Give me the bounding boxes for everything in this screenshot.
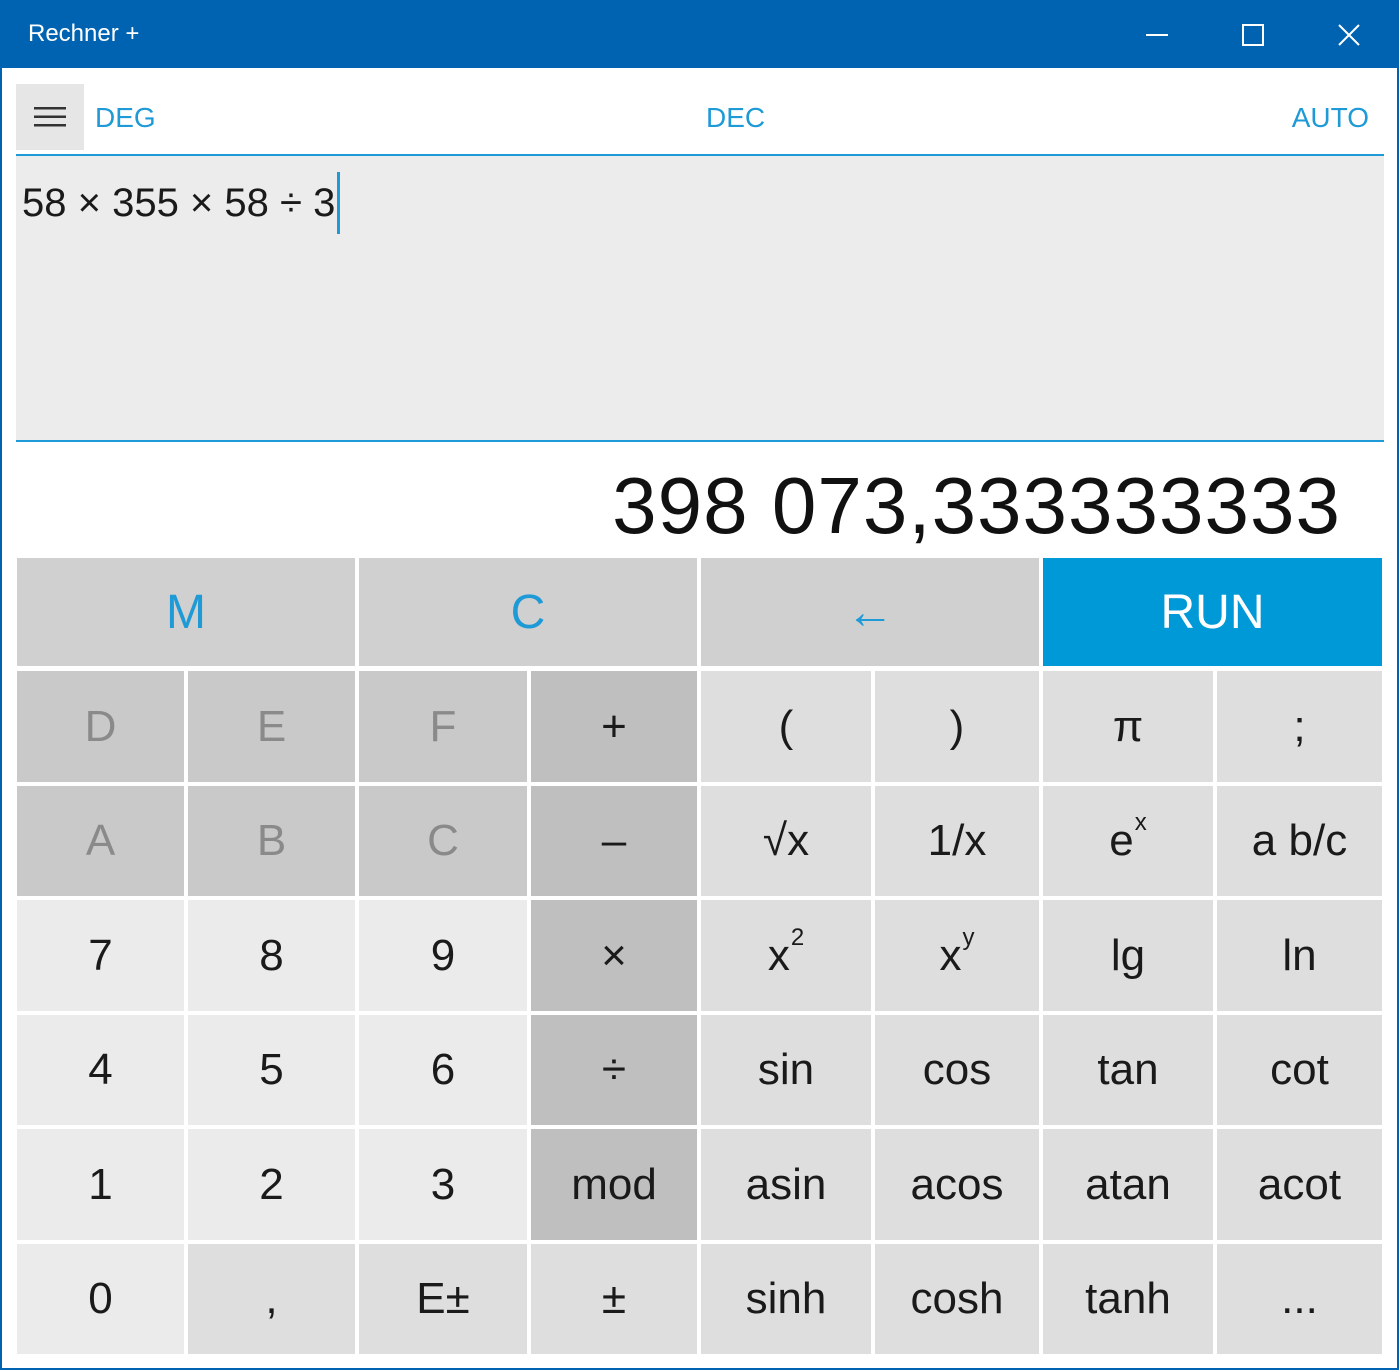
run-button[interactable]: RUN bbox=[1043, 558, 1382, 666]
key-decimal-comma[interactable]: , bbox=[188, 1244, 355, 1354]
key-exp-base: e bbox=[1109, 816, 1134, 865]
memory-button[interactable]: M bbox=[17, 558, 355, 666]
title-bar: Rechner + bbox=[2, 2, 1397, 68]
key-fraction[interactable]: a b/c bbox=[1217, 786, 1382, 896]
key-0[interactable]: 0 bbox=[17, 1244, 184, 1354]
close-button[interactable] bbox=[1301, 2, 1397, 68]
key-3[interactable]: 3 bbox=[359, 1129, 527, 1240]
key-hex-d[interactable]: D bbox=[17, 671, 184, 782]
key-tanh[interactable]: tanh bbox=[1043, 1244, 1213, 1354]
window-title: Rechner + bbox=[28, 20, 140, 47]
key-4[interactable]: 4 bbox=[17, 1015, 184, 1125]
key-tan[interactable]: tan bbox=[1043, 1015, 1213, 1125]
key-minus[interactable]: – bbox=[531, 786, 697, 896]
clear-button[interactable]: C bbox=[359, 558, 697, 666]
close-icon bbox=[1338, 24, 1360, 46]
expression-input[interactable]: 58 × 355 × 58 ÷ 3 bbox=[16, 154, 1384, 442]
key-exp[interactable]: ex bbox=[1043, 786, 1213, 896]
key-asin[interactable]: asin bbox=[701, 1129, 871, 1240]
key-2[interactable]: 2 bbox=[188, 1129, 355, 1240]
minimize-button[interactable] bbox=[1109, 2, 1205, 68]
key-sin[interactable]: sin bbox=[701, 1015, 871, 1125]
key-exp-superscript: x bbox=[1134, 809, 1147, 836]
expression-text: 58 × 355 × 58 ÷ 3 bbox=[22, 180, 336, 225]
key-square-base: x bbox=[767, 930, 790, 980]
key-sqrt[interactable]: √x bbox=[701, 786, 871, 896]
key-open-paren[interactable]: ( bbox=[701, 671, 871, 782]
key-semicolon[interactable]: ; bbox=[1217, 671, 1382, 782]
key-exponent-sign[interactable]: E± bbox=[359, 1244, 527, 1354]
key-cot[interactable]: cot bbox=[1217, 1015, 1382, 1125]
key-7[interactable]: 7 bbox=[17, 900, 184, 1011]
key-atan[interactable]: atan bbox=[1043, 1129, 1213, 1240]
key-hex-f[interactable]: F bbox=[359, 671, 527, 782]
key-6[interactable]: 6 bbox=[359, 1015, 527, 1125]
number-base-toggle[interactable]: DEC bbox=[706, 102, 765, 134]
key-lg[interactable]: lg bbox=[1043, 900, 1213, 1011]
key-acos[interactable]: acos bbox=[875, 1129, 1039, 1240]
key-reciprocal[interactable]: 1/x bbox=[875, 786, 1039, 896]
minimize-icon bbox=[1146, 34, 1168, 36]
menu-button[interactable] bbox=[16, 84, 84, 150]
key-ln[interactable]: ln bbox=[1217, 900, 1382, 1011]
key-power-superscript: y bbox=[962, 923, 975, 951]
key-power[interactable]: xy bbox=[875, 900, 1039, 1011]
key-9[interactable]: 9 bbox=[359, 900, 527, 1011]
key-hex-e[interactable]: E bbox=[188, 671, 355, 782]
key-power-base: x bbox=[939, 930, 962, 980]
key-negate[interactable]: ± bbox=[531, 1244, 697, 1354]
result-display: 398 073,333333333 bbox=[612, 461, 1341, 550]
key-multiply[interactable]: × bbox=[531, 900, 697, 1011]
auto-mode-toggle[interactable]: AUTO bbox=[1292, 102, 1369, 134]
key-more-functions[interactable]: ... bbox=[1217, 1244, 1382, 1354]
key-hex-c[interactable]: C bbox=[359, 786, 527, 896]
maximize-icon bbox=[1242, 24, 1264, 46]
key-hex-b[interactable]: B bbox=[188, 786, 355, 896]
key-divide[interactable]: ÷ bbox=[531, 1015, 697, 1125]
key-mod[interactable]: mod bbox=[531, 1129, 697, 1240]
key-plus[interactable]: + bbox=[531, 671, 697, 782]
key-8[interactable]: 8 bbox=[188, 900, 355, 1011]
key-cos[interactable]: cos bbox=[875, 1015, 1039, 1125]
angle-mode-toggle[interactable]: DEG bbox=[95, 102, 156, 134]
text-caret bbox=[337, 172, 341, 234]
key-square-superscript: 2 bbox=[790, 923, 805, 951]
key-hex-a[interactable]: A bbox=[17, 786, 184, 896]
hamburger-menu-icon bbox=[34, 107, 66, 127]
key-close-paren[interactable]: ) bbox=[875, 671, 1039, 782]
key-pi[interactable]: π bbox=[1043, 671, 1213, 782]
maximize-button[interactable] bbox=[1205, 2, 1301, 68]
toolbar: DEG DEC AUTO bbox=[2, 68, 1397, 154]
key-cosh[interactable]: cosh bbox=[875, 1244, 1039, 1354]
key-acot[interactable]: acot bbox=[1217, 1129, 1382, 1240]
expression-line: 58 × 355 × 58 ÷ 3 bbox=[22, 172, 341, 234]
key-sinh[interactable]: sinh bbox=[701, 1244, 871, 1354]
backspace-button[interactable]: ← bbox=[701, 558, 1039, 666]
calculator-window: Rechner + DEG DEC AUTO 58 × 355 × 58 ÷ 3… bbox=[0, 0, 1399, 1370]
key-square[interactable]: x2 bbox=[701, 900, 871, 1011]
key-5[interactable]: 5 bbox=[188, 1015, 355, 1125]
key-1[interactable]: 1 bbox=[17, 1129, 184, 1240]
